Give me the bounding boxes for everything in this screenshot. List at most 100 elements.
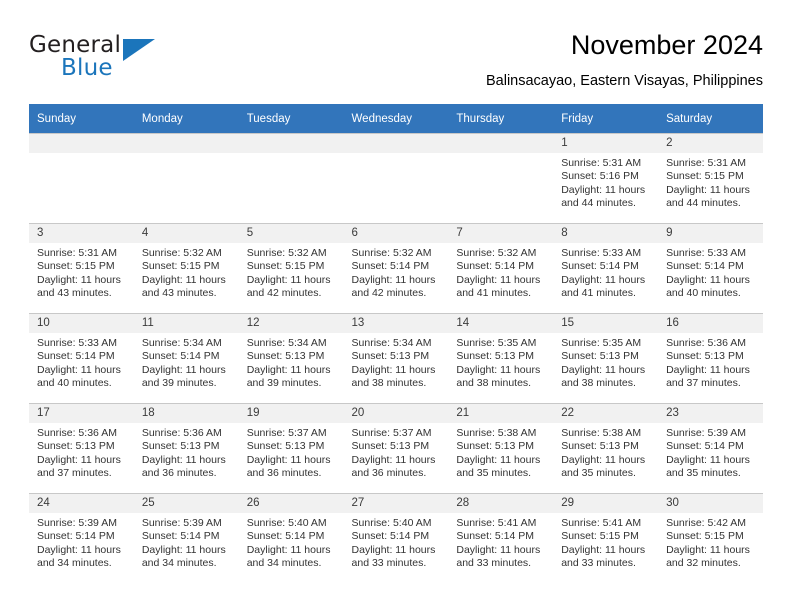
sunrise-text: Sunrise: 5:33 AM: [561, 247, 642, 259]
sunrise-text: Sunrise: 5:33 AM: [37, 337, 117, 349]
sunset-text: Sunset: 5:13 PM: [351, 350, 430, 363]
day-number: 30: [658, 494, 763, 513]
calendar-week-row: 10 Sunrise: 5:33 AM Sunset: 5:14 PM Dayligh…: [29, 313, 763, 404]
day-details: Sunrise: 5:33 AM Sunset: 5:14 PM Daylight:…: [29, 333, 134, 391]
calendar-day-cell[interactable]: [29, 133, 134, 224]
day-cell-inner: 5 Sunrise: 5:32 AM Sunset: 5:15 PM Daylight…: [238, 224, 344, 313]
calendar-day-cell[interactable]: 20 Sunrise: 5:37 AM Sunset: 5:13 PM Dayligh…: [343, 403, 449, 494]
weekday-header-saturday: Saturday: [658, 104, 763, 134]
calendar-day-cell[interactable]: [238, 133, 344, 224]
day-cell-inner: [29, 134, 134, 223]
day-number: 7: [448, 224, 554, 243]
calendar-day-cell[interactable]: 25 Sunrise: 5:39 AM Sunset: 5:14 PM Dayligh…: [133, 493, 239, 583]
calendar-day-cell[interactable]: 26 Sunrise: 5:40 AM Sunset: 5:14 PM Dayligh…: [238, 493, 344, 583]
sunrise-text: Sunrise: 5:37 AM: [246, 427, 327, 439]
sunset-text: Sunset: 5:14 PM: [37, 350, 115, 363]
calendar-day-cell[interactable]: 18 Sunrise: 5:36 AM Sunset: 5:13 PM Dayligh…: [133, 403, 239, 494]
sunrise-text: Sunrise: 5:34 AM: [246, 337, 327, 349]
sunset-text: Sunset: 5:15 PM: [666, 530, 744, 543]
calendar-day-cell[interactable]: [343, 133, 449, 224]
general-blue-logo[interactable]: General Blue: [29, 32, 169, 88]
day-number: 20: [343, 404, 449, 423]
calendar-day-cell[interactable]: 21 Sunrise: 5:38 AM Sunset: 5:13 PM Dayligh…: [448, 403, 554, 494]
calendar-day-cell[interactable]: 9 Sunrise: 5:33 AM Sunset: 5:14 PM Daylight…: [658, 223, 763, 314]
sunrise-text: Sunrise: 5:33 AM: [666, 247, 747, 259]
day-number: 2: [658, 134, 763, 153]
daylight-text-line1: Daylight: 11 hours: [561, 543, 646, 556]
calendar-day-cell[interactable]: 3 Sunrise: 5:31 AM Sunset: 5:15 PM Daylight…: [29, 223, 134, 314]
calendar-day-cell[interactable]: 6 Sunrise: 5:32 AM Sunset: 5:14 PM Daylight…: [343, 223, 449, 314]
sunrise-text: Sunrise: 5:39 AM: [666, 427, 747, 439]
day-details: Sunrise: 5:38 AM Sunset: 5:13 PM Daylight:…: [553, 423, 658, 481]
day-details: Sunrise: 5:36 AM Sunset: 5:13 PM Daylight:…: [29, 423, 134, 481]
day-number: 18: [133, 404, 239, 423]
daylight-text-line1: Daylight: 11 hours: [141, 273, 226, 286]
day-cell-inner: [238, 134, 344, 223]
sunrise-text: Sunrise: 5:41 AM: [456, 517, 537, 529]
calendar-day-cell[interactable]: 7 Sunrise: 5:32 AM Sunset: 5:14 PM Daylight…: [448, 223, 554, 314]
daylight-text-line2: and 35 minutes.: [561, 467, 636, 480]
day-details: Sunrise: 5:35 AM Sunset: 5:13 PM Daylight:…: [553, 333, 658, 391]
day-cell-inner: 28 Sunrise: 5:41 AM Sunset: 5:14 PM Dayligh…: [448, 494, 554, 583]
calendar-header-row: Sunday Monday Tuesday Wednesday Thursday…: [29, 104, 763, 134]
day-details: Sunrise: 5:42 AM Sunset: 5:15 PM Daylight:…: [658, 513, 763, 571]
day-cell-inner: 15 Sunrise: 5:35 AM Sunset: 5:13 PM Dayligh…: [553, 314, 659, 403]
calendar-day-cell[interactable]: 28 Sunrise: 5:41 AM Sunset: 5:14 PM Dayligh…: [448, 493, 554, 583]
calendar-day-cell[interactable]: 1 Sunrise: 5:31 AM Sunset: 5:16 PM Daylight…: [553, 133, 659, 224]
calendar-day-cell[interactable]: 22 Sunrise: 5:38 AM Sunset: 5:13 PM Dayligh…: [553, 403, 659, 494]
day-cell-inner: 21 Sunrise: 5:38 AM Sunset: 5:13 PM Dayligh…: [448, 404, 554, 493]
calendar-day-cell[interactable]: [448, 133, 554, 224]
daylight-text-line1: Daylight: 11 hours: [456, 453, 541, 466]
sunrise-text: Sunrise: 5:34 AM: [351, 337, 432, 349]
sunset-text: Sunset: 5:14 PM: [37, 530, 115, 543]
calendar-day-cell[interactable]: 13 Sunrise: 5:34 AM Sunset: 5:13 PM Dayligh…: [343, 313, 449, 404]
calendar-day-cell[interactable]: 2 Sunrise: 5:31 AM Sunset: 5:15 PM Daylight…: [658, 133, 763, 224]
calendar-day-cell[interactable]: 24 Sunrise: 5:39 AM Sunset: 5:14 PM Dayligh…: [29, 493, 134, 583]
calendar-day-cell[interactable]: 29 Sunrise: 5:41 AM Sunset: 5:15 PM Dayligh…: [553, 493, 659, 583]
daylight-text-line1: Daylight: 11 hours: [351, 273, 436, 286]
daylight-text-line1: Daylight: 11 hours: [141, 453, 226, 466]
daylight-text-line2: and 42 minutes.: [351, 287, 427, 300]
daylight-text-line1: Daylight: 11 hours: [351, 453, 436, 466]
calendar-day-cell[interactable]: 23 Sunrise: 5:39 AM Sunset: 5:14 PM Dayligh…: [658, 403, 763, 494]
calendar-day-cell[interactable]: 17 Sunrise: 5:36 AM Sunset: 5:13 PM Dayligh…: [29, 403, 134, 494]
daylight-text-line2: and 38 minutes.: [456, 377, 532, 390]
calendar-day-cell[interactable]: 11 Sunrise: 5:34 AM Sunset: 5:14 PM Dayligh…: [133, 313, 239, 404]
daylight-text-line2: and 39 minutes.: [246, 377, 322, 390]
day-cell-inner: 20 Sunrise: 5:37 AM Sunset: 5:13 PM Dayligh…: [343, 404, 449, 493]
calendar-day-cell[interactable]: 4 Sunrise: 5:32 AM Sunset: 5:15 PM Daylight…: [133, 223, 239, 314]
calendar-day-cell[interactable]: 27 Sunrise: 5:40 AM Sunset: 5:14 PM Dayligh…: [343, 493, 449, 583]
calendar-day-cell[interactable]: 5 Sunrise: 5:32 AM Sunset: 5:15 PM Daylight…: [238, 223, 344, 314]
sunset-text: Sunset: 5:13 PM: [351, 440, 430, 453]
sunrise-text: Sunrise: 5:35 AM: [456, 337, 537, 349]
day-number: 9: [658, 224, 763, 243]
daylight-text-line1: Daylight: 11 hours: [37, 273, 121, 286]
calendar-day-cell[interactable]: 30 Sunrise: 5:42 AM Sunset: 5:15 PM Dayligh…: [658, 493, 763, 583]
sunset-text: Sunset: 5:15 PM: [141, 260, 220, 273]
calendar-day-cell[interactable]: 10 Sunrise: 5:33 AM Sunset: 5:14 PM Dayligh…: [29, 313, 134, 404]
day-number: [29, 134, 134, 153]
daylight-text-line1: Daylight: 11 hours: [246, 453, 331, 466]
daylight-text-line2: and 34 minutes.: [141, 557, 217, 570]
day-number: 3: [29, 224, 134, 243]
calendar-day-cell[interactable]: [133, 133, 239, 224]
day-details: Sunrise: 5:40 AM Sunset: 5:14 PM Daylight:…: [239, 513, 344, 571]
calendar-day-cell[interactable]: 15 Sunrise: 5:35 AM Sunset: 5:13 PM Dayligh…: [553, 313, 659, 404]
day-number: 26: [238, 494, 344, 513]
daylight-text-line2: and 44 minutes.: [561, 197, 636, 210]
calendar-week-row: 17 Sunrise: 5:36 AM Sunset: 5:13 PM Dayligh…: [29, 403, 763, 494]
calendar-day-cell[interactable]: 16 Sunrise: 5:36 AM Sunset: 5:13 PM Dayligh…: [658, 313, 763, 404]
day-cell-inner: 26 Sunrise: 5:40 AM Sunset: 5:14 PM Dayligh…: [238, 494, 344, 583]
calendar-day-cell[interactable]: 8 Sunrise: 5:33 AM Sunset: 5:14 PM Daylight…: [553, 223, 659, 314]
day-details: Sunrise: 5:34 AM Sunset: 5:13 PM Daylight:…: [344, 333, 449, 391]
calendar-day-cell[interactable]: 12 Sunrise: 5:34 AM Sunset: 5:13 PM Dayligh…: [238, 313, 344, 404]
sunrise-text: Sunrise: 5:40 AM: [351, 517, 432, 529]
sunset-text: Sunset: 5:14 PM: [141, 350, 220, 363]
calendar-day-cell[interactable]: 14 Sunrise: 5:35 AM Sunset: 5:13 PM Dayligh…: [448, 313, 554, 404]
sunrise-text: Sunrise: 5:36 AM: [666, 337, 747, 349]
daylight-text-line1: Daylight: 11 hours: [141, 543, 226, 556]
daylight-text-line1: Daylight: 11 hours: [246, 543, 331, 556]
daylight-text-line2: and 34 minutes.: [37, 557, 112, 570]
day-number: 14: [448, 314, 554, 333]
calendar-day-cell[interactable]: 19 Sunrise: 5:37 AM Sunset: 5:13 PM Dayligh…: [238, 403, 344, 494]
